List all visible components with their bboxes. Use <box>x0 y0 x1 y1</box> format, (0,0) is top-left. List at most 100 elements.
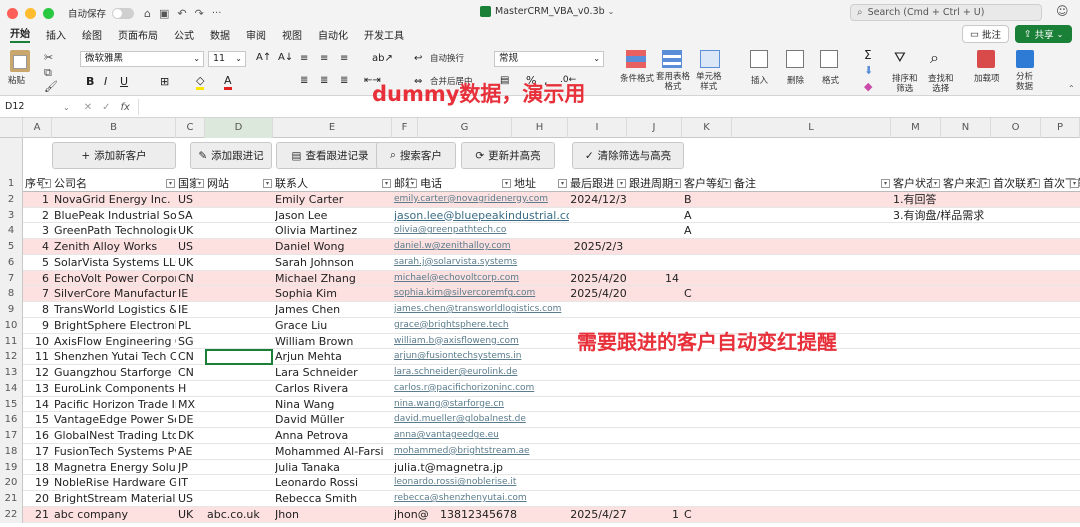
cell-company[interactable]: EchoVolt Power Corporati <box>54 271 176 287</box>
insert-function-icon[interactable]: fx <box>120 102 129 113</box>
cell-contact[interactable]: Julia Tanaka <box>275 460 392 476</box>
column-header-e[interactable]: E <box>273 118 392 138</box>
cell-company[interactable]: Pacific Horizon Trade Inc. <box>54 397 176 413</box>
borders-icon[interactable]: ⊞ <box>160 75 169 88</box>
cell-company[interactable]: VantageEdge Power Solut <box>54 412 176 428</box>
formula-input[interactable] <box>137 99 1080 115</box>
header-cell-k[interactable]: 客户等级 ▾ <box>684 176 732 192</box>
cell-company[interactable]: FusionTech Systems Pvt. L <box>54 444 176 460</box>
row-number[interactable]: 16 <box>0 412 23 428</box>
row-number[interactable]: 12 <box>0 349 23 365</box>
cell-company[interactable]: GreenPath Technologies ( <box>54 223 176 239</box>
cell-last[interactable]: 2025/4/20 <box>570 271 627 287</box>
cell-n[interactable]: 21 <box>25 507 52 523</box>
cell-country[interactable]: IE <box>178 286 205 302</box>
autosum-icon[interactable]: Σ <box>864 48 872 62</box>
chevron-down-icon[interactable]: ⌄ <box>63 103 70 112</box>
cell-contact[interactable]: William Brown <box>275 334 392 350</box>
filter-dropdown-icon[interactable]: ▾ <box>722 179 731 188</box>
cell-email[interactable]: nina.wang@starforge.cn <box>394 397 569 413</box>
cell-country[interactable]: US <box>178 491 205 507</box>
underline-icon[interactable]: U <box>120 75 128 88</box>
filter-dropdown-icon[interactable]: ▾ <box>981 179 990 188</box>
cell-email[interactable]: jason.lee@bluepeakindustrial.com <box>394 208 569 224</box>
cell-email[interactable]: sarah.j@solarvista.systems <box>394 255 569 271</box>
cell-country[interactable]: DK <box>178 428 205 444</box>
number-format-select[interactable]: 常规 ⌄ <box>494 51 604 67</box>
cell-contact[interactable]: Arjun Mehta <box>275 349 392 365</box>
cell-phone[interactable]: 13812345678 <box>440 507 532 523</box>
cell-email[interactable]: rebecca@shenzhenyutai.com <box>394 491 569 507</box>
filter-dropdown-icon[interactable]: ▾ <box>195 179 204 188</box>
zoom-window-button[interactable] <box>43 7 54 19</box>
filter-dropdown-icon[interactable]: ▾ <box>502 179 511 188</box>
cell-contact[interactable]: Sophia Kim <box>275 286 392 302</box>
row-number[interactable]: 20 <box>0 475 23 491</box>
chevron-up-icon[interactable]: ⌃ <box>1068 84 1075 93</box>
cell-company[interactable]: BrightStream Materials Co <box>54 491 176 507</box>
column-header-h[interactable]: H <box>512 118 568 138</box>
cell-company[interactable]: abc company <box>54 507 176 523</box>
refresh-highlight-button[interactable]: ⟳ 更新并高亮 <box>461 142 555 169</box>
cell-level[interactable]: C <box>684 507 732 523</box>
column-header-m[interactable]: M <box>891 118 941 138</box>
cell-company[interactable]: GlobalNest Trading Ltd. <box>54 428 176 444</box>
cell-email[interactable]: carlos.r@pacifichorizoninc.com <box>394 381 569 397</box>
row-number[interactable]: 17 <box>0 428 23 444</box>
cell-country[interactable]: US <box>178 239 205 255</box>
row-number[interactable]: 10 <box>0 317 23 334</box>
cell-contact[interactable]: Olivia Martinez <box>275 223 392 239</box>
format-table-icon[interactable] <box>662 50 682 68</box>
cell-country[interactable]: US <box>178 192 205 208</box>
cell-contact[interactable]: Sarah Johnson <box>275 255 392 271</box>
cell-company[interactable]: SilverCore Manufacturing <box>54 286 176 302</box>
format-painter-icon[interactable]: 🖌 <box>44 80 58 93</box>
close-window-button[interactable] <box>7 7 18 19</box>
filter-dropdown-icon[interactable]: ▾ <box>672 179 681 188</box>
cell-cycle[interactable]: 1 <box>629 507 682 523</box>
column-header-f[interactable]: F <box>392 118 418 138</box>
row-number[interactable]: 3 <box>0 207 23 224</box>
cell-contact[interactable]: Mohammed Al-Farsi <box>275 444 392 460</box>
cell-country[interactable]: SG <box>178 334 205 350</box>
header-cell-i[interactable]: 最后跟进 ▾ <box>570 176 627 192</box>
cell-email[interactable]: david.mueller@globalnest.de <box>394 412 569 428</box>
cell-n[interactable]: 3 <box>25 223 52 239</box>
row-number[interactable]: 1 <box>0 176 23 192</box>
cell-level[interactable]: C <box>684 286 732 302</box>
cell-cycle[interactable]: 14 <box>629 271 682 287</box>
row-number[interactable]: 18 <box>0 443 23 460</box>
filter-dropdown-icon[interactable]: ▾ <box>42 179 51 188</box>
cell-n[interactable]: 12 <box>25 365 52 381</box>
cell-email[interactable]: olivia@greenpathtech.co <box>394 223 569 239</box>
share-button[interactable]: ⇪ 共享 ⌄ <box>1015 25 1072 43</box>
row-number[interactable]: 8 <box>0 286 23 302</box>
cell-n[interactable]: 7 <box>25 286 52 302</box>
delete-cells-icon[interactable] <box>786 50 804 68</box>
cell-email[interactable]: lara.schneider@eurolink.de <box>394 365 569 381</box>
cell-contact[interactable]: Daniel Wong <box>275 239 392 255</box>
cell-email[interactable]: arjun@fusiontechsystems.in <box>394 349 569 365</box>
tab-formulas[interactable]: 公式 <box>174 27 194 42</box>
header-cell-b[interactable]: 公司名 ▾ <box>54 176 176 192</box>
column-header-l[interactable]: L <box>732 118 891 138</box>
cell-email[interactable]: anna@vantageedge.eu <box>394 428 569 444</box>
column-header-g[interactable]: G <box>418 118 512 138</box>
align-center-icon[interactable]: ≣ <box>320 75 328 86</box>
column-header-b[interactable]: B <box>52 118 176 138</box>
increase-font-icon[interactable]: A↑ <box>256 52 271 63</box>
tab-review[interactable]: 审阅 <box>246 27 266 42</box>
conditional-format-icon[interactable] <box>626 50 646 68</box>
cell-country[interactable]: CN <box>178 349 205 365</box>
font-color-icon[interactable]: A <box>224 74 232 90</box>
select-all-corner[interactable] <box>0 118 23 138</box>
cell-country[interactable]: IT <box>178 475 205 491</box>
cell-n[interactable]: 18 <box>25 460 52 476</box>
header-cell-e[interactable]: 联系人 ▾ <box>275 176 392 192</box>
filter-dropdown-icon[interactable]: ▾ <box>166 179 175 188</box>
header-cell-p[interactable]: 首次下单▾ <box>1043 176 1080 192</box>
align-left-icon[interactable]: ≣ <box>300 75 308 86</box>
clear-icon[interactable]: ◆ <box>864 80 872 93</box>
cell-email[interactable]: james.chen@transworldlogistics.com <box>394 302 569 318</box>
row-number[interactable]: 21 <box>0 491 23 507</box>
